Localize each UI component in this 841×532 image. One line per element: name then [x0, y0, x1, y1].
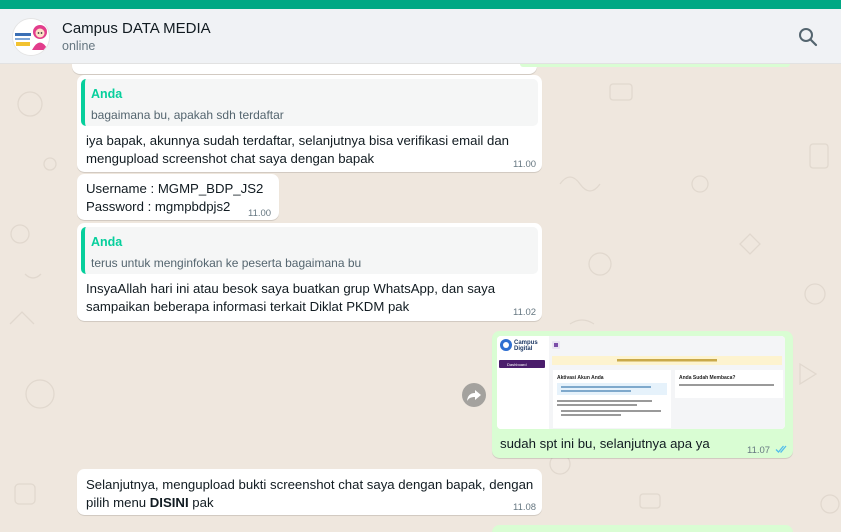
- contact-avatar[interactable]: [12, 18, 50, 56]
- message-line: Username : MGMP_BDP_JS2: [86, 181, 264, 196]
- message-text[interactable]: InsyaAllah hari ini atau besok saya buat…: [86, 280, 495, 315]
- message-list[interactable]: Anda bagaimana bu, apakah sdh terdaftar …: [0, 64, 841, 532]
- outgoing-image-message[interactable]: Campus Digital Dashboard Aktivasi Akun A…: [492, 331, 793, 458]
- quoted-author: Anda: [91, 235, 123, 249]
- top-accent-bar: [0, 0, 841, 9]
- incoming-message[interactable]: Anda bagaimana bu, apakah sdh terdaftar …: [77, 75, 542, 172]
- quoted-message[interactable]: Anda bagaimana bu, apakah sdh terdaftar: [81, 79, 538, 126]
- contact-status: online: [62, 39, 96, 53]
- incoming-message[interactable]: Selanjutnya, mengupload bukti screenshot…: [77, 469, 542, 515]
- quoted-text: terus untuk menginfokan ke peserta bagai…: [91, 256, 362, 270]
- message-text-prefix: pilih menu: [86, 494, 150, 510]
- double-check-icon: [775, 445, 787, 453]
- message-time: 11.08: [513, 502, 537, 513]
- message-line: InsyaAllah hari ini atau besok saya buat…: [86, 281, 496, 296]
- forward-icon: [467, 390, 481, 401]
- quoted-text: bagaimana bu, apakah sdh terdaftar: [91, 108, 284, 122]
- image-attachment[interactable]: Campus Digital Dashboard Aktivasi Akun A…: [497, 336, 785, 429]
- chat-header: Campus DATA MEDIA online: [0, 9, 841, 64]
- message-line: sampaikan beberapa informasi terkait Dik…: [86, 298, 410, 314]
- screenshot-image: Campus Digital Dashboard Aktivasi Akun A…: [497, 336, 785, 429]
- message-line: Selanjutnya, mengupload bukti screenshot…: [86, 477, 534, 492]
- previous-outgoing-edge: [520, 64, 790, 67]
- contact-name[interactable]: Campus DATA MEDIA: [62, 20, 211, 37]
- message-text[interactable]: Username : MGMP_BDP_JS2 Password : mgmpb…: [86, 180, 263, 215]
- incoming-message[interactable]: Anda terus untuk menginfokan ke peserta …: [77, 223, 542, 321]
- message-line: mengupload screenshot chat saya dengan b…: [86, 150, 375, 166]
- message-text[interactable]: iya bapak, akunnya sudah terdaftar, sela…: [86, 132, 509, 167]
- search-icon: [799, 28, 818, 47]
- search-button[interactable]: [796, 25, 820, 49]
- screenshot-card-title: Aktivasi Akun Anda: [557, 375, 604, 381]
- quoted-message[interactable]: Anda terus untuk menginfokan ke peserta …: [81, 227, 538, 274]
- message-text-suffix: pak: [188, 494, 214, 510]
- screenshot-sidebar-item: Dashboard: [507, 362, 527, 367]
- forward-button[interactable]: [462, 383, 486, 407]
- screenshot-logo-subtitle: Digital: [514, 346, 533, 352]
- message-time: 11.00: [248, 208, 272, 219]
- menu-link-disini[interactable]: DISINI: [150, 495, 189, 510]
- incoming-message[interactable]: Username : MGMP_BDP_JS2 Password : mgmpb…: [77, 174, 279, 220]
- image-caption[interactable]: sudah spt ini bu, selanjutnya apa ya: [500, 435, 710, 453]
- message-line: pilih menu DISINI pak: [86, 494, 533, 512]
- message-line: Password : mgmpbdpjs2: [86, 198, 231, 214]
- message-time: 11.02: [513, 307, 537, 318]
- next-outgoing-message[interactable]: [492, 525, 793, 532]
- message-time: 11.00: [513, 159, 537, 170]
- message-time: 11.07: [747, 445, 771, 456]
- avatar-image: [13, 19, 49, 55]
- message-text[interactable]: Selanjutnya, mengupload bukti screenshot…: [86, 476, 533, 511]
- message-line: iya bapak, akunnya sudah terdaftar, sela…: [86, 133, 509, 148]
- previous-message-edge: [72, 64, 537, 74]
- quoted-author: Anda: [91, 87, 123, 101]
- screenshot-card-right-title: Anda Sudah Membaca?: [679, 375, 735, 381]
